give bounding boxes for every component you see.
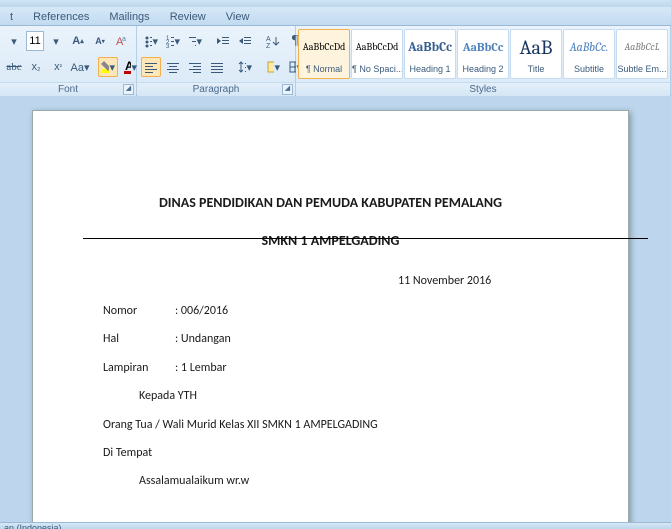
style-name: Subtitle bbox=[564, 64, 614, 78]
style-preview: AaBbCcL bbox=[617, 30, 667, 64]
field-nomor: Nomor : 006/2016 bbox=[103, 301, 558, 321]
paragraph-launcher-icon[interactable]: ◢ bbox=[282, 84, 293, 95]
page: DINAS PENDIDIKAN DAN PEMUDA KABUPATEN PE… bbox=[32, 110, 629, 529]
tab-mailings[interactable]: Mailings bbox=[99, 8, 159, 25]
lampiran-label: Lampiran bbox=[103, 358, 175, 378]
nomor-label: Nomor bbox=[103, 301, 175, 321]
svg-text:3: 3 bbox=[166, 44, 170, 48]
hal-value: : Undangan bbox=[175, 329, 231, 349]
shrink-font-icon[interactable]: A▾ bbox=[90, 31, 110, 51]
line-spacing-icon[interactable]: ▾ bbox=[235, 57, 255, 77]
doc-heading-2: SMKN 1 AMPELGADING bbox=[103, 229, 558, 253]
tab-view[interactable]: View bbox=[216, 8, 260, 25]
titlebar: Document1 - Microsoft Word bbox=[0, 0, 671, 7]
style-tile-subtle-em-[interactable]: AaBbCcLSubtle Em... bbox=[616, 29, 668, 79]
highlight-icon[interactable]: ▾ bbox=[98, 57, 118, 77]
doc-penerima: Orang Tua / Wali Murid Kelas XII SMKN 1 … bbox=[103, 415, 558, 435]
tab-references[interactable]: References bbox=[23, 8, 99, 25]
style-name: Title bbox=[511, 64, 561, 78]
group-font: ▾ 11 ▾ A▴ A▾ Aa abc x₂ x² Aa▾ ▾ A▾ Font◢ bbox=[0, 26, 137, 95]
statusbar: an (Indonesia) bbox=[0, 522, 671, 529]
style-name: ¶ No Spaci... bbox=[352, 64, 402, 78]
style-name: Subtle Em... bbox=[617, 64, 667, 78]
style-preview: AaBbCc bbox=[405, 30, 455, 64]
justify-icon[interactable] bbox=[207, 57, 227, 77]
workspace[interactable]: DINAS PENDIDIKAN DAN PEMUDA KABUPATEN PE… bbox=[0, 96, 671, 529]
style-name: Heading 1 bbox=[405, 64, 455, 78]
document-body[interactable]: DINAS PENDIDIKAN DAN PEMUDA KABUPATEN PE… bbox=[33, 111, 628, 512]
svg-text:A: A bbox=[125, 59, 131, 73]
svg-text:a: a bbox=[122, 36, 126, 43]
lampiran-value: : 1 Lembar bbox=[175, 358, 227, 378]
style-preview: AaBbCc bbox=[458, 30, 508, 64]
window-title: Document1 - Microsoft Word bbox=[278, 0, 392, 2]
field-lampiran: Lampiran : 1 Lembar bbox=[103, 358, 558, 378]
font-dropdown-arrow[interactable]: ▾ bbox=[4, 31, 24, 51]
numbering-icon[interactable]: 123▾ bbox=[163, 31, 183, 51]
style-name: ¶ Normal bbox=[299, 64, 349, 78]
font-size-box[interactable]: 11 bbox=[26, 31, 44, 51]
style-preview: AaBbCc. bbox=[564, 30, 614, 64]
style-tile-heading-2[interactable]: AaBbCcHeading 2 bbox=[457, 29, 509, 79]
subscript-icon[interactable]: x₂ bbox=[26, 57, 46, 77]
align-center-icon[interactable] bbox=[163, 57, 183, 77]
superscript-icon[interactable]: x² bbox=[48, 57, 68, 77]
style-preview: AaBbCcDd bbox=[299, 30, 349, 64]
grow-font-icon[interactable]: A▴ bbox=[68, 31, 88, 51]
style-preview: AaB bbox=[511, 30, 561, 64]
style-tile-title[interactable]: AaBTitle bbox=[510, 29, 562, 79]
group-paragraph: ▾ 123▾ ▾ AZ ¶ ▾ ▾ ▾ Para bbox=[137, 26, 296, 95]
ribbon: ▾ 11 ▾ A▴ A▾ Aa abc x₂ x² Aa▾ ▾ A▾ Font◢… bbox=[0, 26, 671, 96]
svg-text:A: A bbox=[266, 36, 271, 43]
doc-tempat: Di Tempat bbox=[103, 443, 558, 463]
group-label-font: Font◢ bbox=[0, 82, 136, 96]
change-case-icon[interactable]: Aa▾ bbox=[70, 57, 90, 77]
bullets-icon[interactable]: ▾ bbox=[141, 31, 161, 51]
group-label-styles: Styles bbox=[296, 82, 670, 96]
doc-date: 11 November 2016 bbox=[398, 271, 558, 291]
group-label-paragraph: Paragraph◢ bbox=[137, 82, 295, 96]
style-tile-heading-1[interactable]: AaBbCcHeading 1 bbox=[404, 29, 456, 79]
strikethrough-icon[interactable]: abc bbox=[4, 57, 24, 77]
align-left-icon[interactable] bbox=[141, 57, 161, 77]
clear-format-icon[interactable]: Aa bbox=[112, 31, 132, 51]
tab-partial[interactable]: t bbox=[0, 8, 23, 25]
doc-heading-1: DINAS PENDIDIKAN DAN PEMUDA KABUPATEN PE… bbox=[103, 191, 558, 215]
field-hal: Hal : Undangan bbox=[103, 329, 558, 349]
doc-kepada: Kepada YTH bbox=[139, 386, 558, 406]
font-launcher-icon[interactable]: ◢ bbox=[123, 84, 134, 95]
align-right-icon[interactable] bbox=[185, 57, 205, 77]
hr-line bbox=[83, 238, 648, 239]
style-name: Heading 2 bbox=[458, 64, 508, 78]
tab-review[interactable]: Review bbox=[160, 8, 216, 25]
style-tile--no-spaci-[interactable]: AaBbCcDd¶ No Spaci... bbox=[351, 29, 403, 79]
style-preview: AaBbCcDd bbox=[352, 30, 402, 64]
font-size-dropdown[interactable]: ▾ bbox=[46, 31, 66, 51]
doc-salam: Assalamualaikum wr.w bbox=[139, 471, 558, 491]
decrease-indent-icon[interactable] bbox=[213, 31, 233, 51]
style-tile-subtitle[interactable]: AaBbCc.Subtitle bbox=[563, 29, 615, 79]
nomor-value: : 006/2016 bbox=[175, 301, 228, 321]
font-size-value: 11 bbox=[29, 35, 40, 47]
multilevel-list-icon[interactable]: ▾ bbox=[185, 31, 205, 51]
svg-text:Z: Z bbox=[266, 43, 271, 48]
ribbon-tabs: t References Mailings Review View bbox=[0, 7, 671, 26]
styles-gallery: AaBbCcDd¶ NormalAaBbCcDd¶ No Spaci...AaB… bbox=[296, 26, 670, 82]
sort-icon[interactable]: AZ bbox=[263, 31, 283, 51]
increase-indent-icon[interactable] bbox=[235, 31, 255, 51]
hal-label: Hal bbox=[103, 329, 175, 349]
shading-icon[interactable]: ▾ bbox=[263, 57, 283, 77]
style-tile--normal[interactable]: AaBbCcDd¶ Normal bbox=[298, 29, 350, 79]
status-language[interactable]: an (Indonesia) bbox=[4, 523, 62, 529]
group-styles: AaBbCcDd¶ NormalAaBbCcDd¶ No Spaci...AaB… bbox=[296, 26, 671, 95]
